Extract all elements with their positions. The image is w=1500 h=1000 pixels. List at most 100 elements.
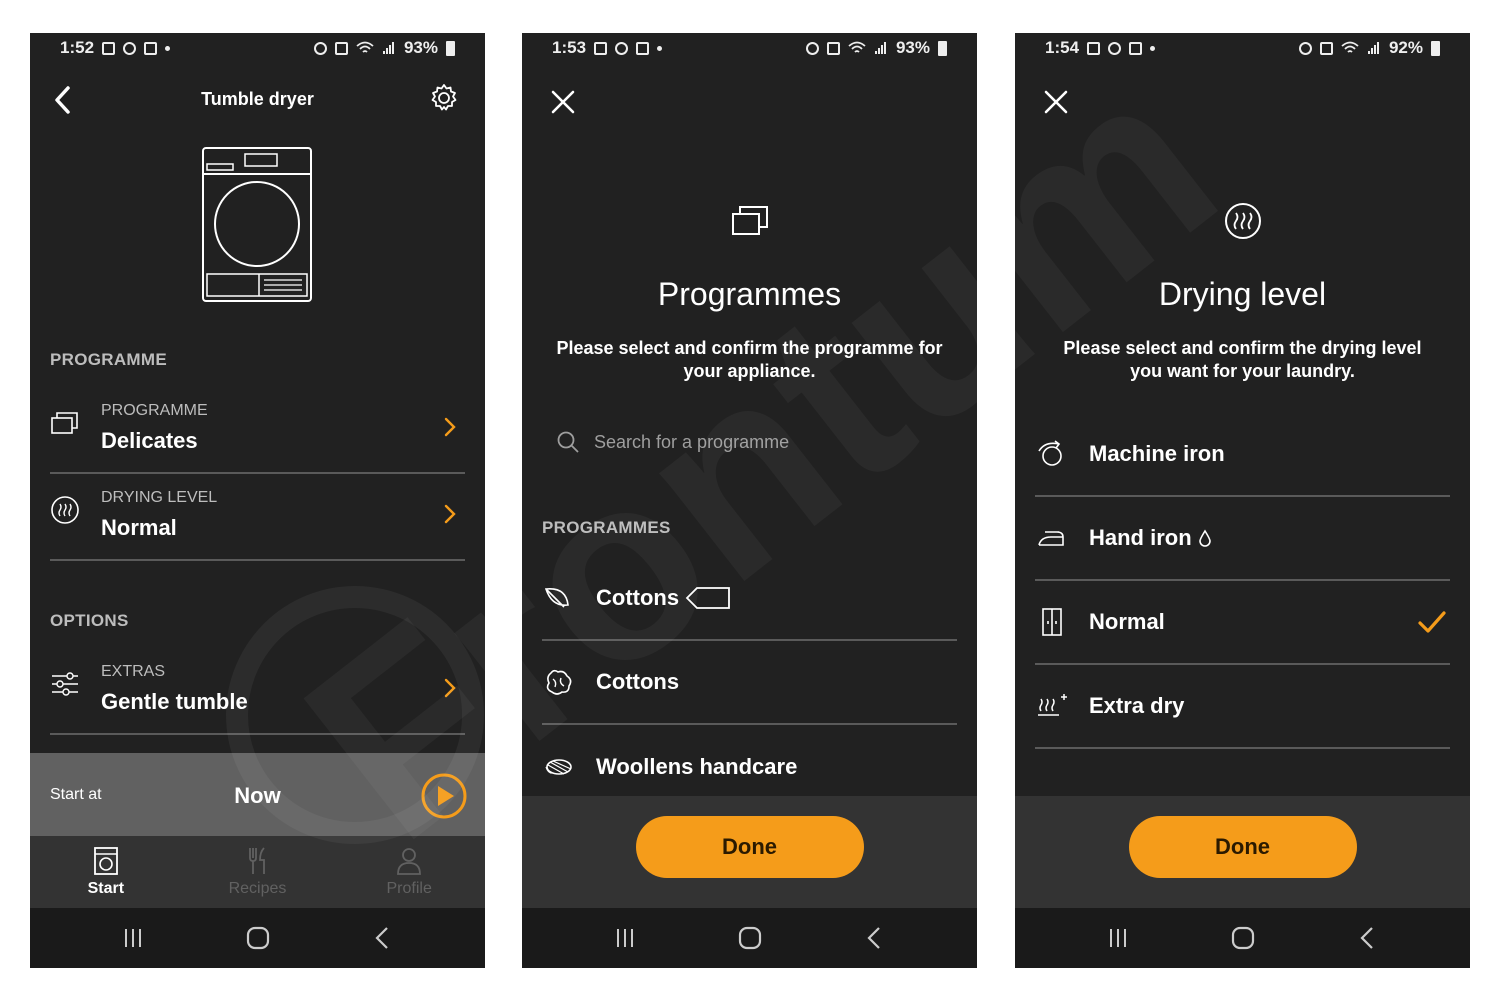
steam-icon <box>51 496 79 524</box>
wool-icon <box>545 759 572 775</box>
chevron-right-icon <box>444 678 456 698</box>
tab-profile-label: Profile <box>386 880 432 897</box>
recent-apps-icon[interactable] <box>1105 925 1131 951</box>
lock-icon <box>1319 41 1333 55</box>
tab-profile[interactable]: Profile <box>333 836 485 908</box>
footer: Done <box>522 796 977 908</box>
list-item-extra-dry[interactable]: Extra dry <box>1035 665 1450 749</box>
dryer-illustration-icon <box>202 147 312 302</box>
alarm-icon <box>805 41 819 55</box>
recent-apps-icon[interactable] <box>612 925 638 951</box>
home-icon[interactable] <box>1230 925 1256 951</box>
mail-icon <box>636 41 650 55</box>
start-time-value[interactable]: Now <box>30 783 485 809</box>
gear-icon[interactable] <box>429 83 459 113</box>
list-item-label: Woollens handcare <box>596 754 798 779</box>
battery-percent: 92% <box>1388 38 1423 57</box>
status-bar: 1:54 92% <box>1015 33 1470 63</box>
signal-icon <box>382 42 394 54</box>
signal-icon <box>874 42 886 54</box>
cotton-flower-icon <box>546 669 572 695</box>
washer-icon <box>93 847 118 875</box>
drying-level-value: Normal <box>101 515 177 540</box>
page-description: Please select and confirm the programme … <box>556 338 943 381</box>
lock-icon <box>334 41 348 55</box>
home-icon[interactable] <box>245 925 271 951</box>
list-item-label: Cottons <box>596 585 680 610</box>
list-item-hand-iron[interactable]: Hand iron <box>1035 497 1450 581</box>
list-item-normal[interactable]: Normal <box>1035 581 1450 665</box>
programme-value: Delicates <box>101 428 198 453</box>
drying-level-row[interactable]: DRYING LEVEL Normal <box>50 475 465 561</box>
nav-back-icon[interactable] <box>862 925 888 951</box>
page-description: Please select and confirm the drying lev… <box>1063 338 1422 381</box>
list-item-cottons-eco[interactable]: Cottons <box>542 557 957 641</box>
battery-icon <box>938 40 947 56</box>
extras-label: EXTRAS <box>101 663 166 680</box>
leaf-icon <box>544 588 569 608</box>
battery-percent: 93% <box>403 38 438 57</box>
drying-header-icon-wrap <box>1015 201 1470 241</box>
cutlery-icon <box>248 847 265 874</box>
section-programmes-heading: PROGRAMMES <box>542 518 671 537</box>
tab-start[interactable]: Start <box>30 836 182 908</box>
page-title: Drying level <box>1158 276 1327 312</box>
close-icon[interactable] <box>1043 89 1069 115</box>
section-options-heading: OPTIONS <box>50 611 129 630</box>
start-bar: Start at Now <box>30 753 485 836</box>
machine-iron-icon <box>1038 440 1062 466</box>
facebook-icon <box>1108 41 1122 55</box>
gallery-icon <box>594 41 608 55</box>
wifi-icon <box>1341 41 1359 53</box>
footer: Done <box>1015 796 1470 908</box>
play-icon[interactable] <box>421 773 467 819</box>
extras-value: Gentle tumble <box>101 689 248 714</box>
nav-back-icon[interactable] <box>370 925 396 951</box>
nav-back-icon[interactable] <box>1355 925 1381 951</box>
list-item-label: Machine iron <box>1089 441 1225 466</box>
list-item-label: Hand iron <box>1089 525 1192 550</box>
list-item-label: Cottons <box>596 669 680 694</box>
facebook-icon <box>615 41 629 55</box>
search-icon <box>557 431 579 453</box>
mail-icon <box>144 41 158 55</box>
section-programme-heading: PROGRAMME <box>50 350 167 369</box>
chevron-right-icon <box>444 504 456 524</box>
lock-icon <box>826 41 840 55</box>
programme-row[interactable]: PROGRAMME Delicates <box>50 388 465 474</box>
done-button[interactable]: Done <box>635 816 864 878</box>
list-item-machine-iron[interactable]: Machine iron <box>1035 413 1450 497</box>
search-field[interactable]: Search for a programme <box>556 425 943 459</box>
extra-dry-icon <box>1038 694 1067 716</box>
recent-apps-icon[interactable] <box>120 925 146 951</box>
notification-dot-icon <box>165 45 171 51</box>
status-bar: 1:53 93% <box>522 33 977 63</box>
tab-start-label: Start <box>87 880 125 897</box>
mail-icon <box>1129 41 1143 55</box>
status-bar: 1:52 93% <box>30 33 485 63</box>
programme-stack-icon <box>51 412 78 434</box>
android-nav-bar <box>30 908 485 968</box>
home-icon[interactable] <box>737 925 763 951</box>
drying-level-label: DRYING LEVEL <box>101 489 218 506</box>
list-item-label: Normal <box>1089 609 1165 634</box>
screen-programmes: 1:53 93% Programmes Please select and co… <box>522 33 977 968</box>
done-button[interactable]: Done <box>1128 816 1357 878</box>
list-item-cottons[interactable]: Cottons <box>542 641 957 725</box>
gallery-icon <box>1087 41 1101 55</box>
bottom-tab-bar: Start Recipes Profile <box>30 836 485 908</box>
screen-drying-level: 1:54 92% Drying level Please select and … <box>1015 33 1470 968</box>
android-nav-bar <box>1015 908 1470 968</box>
status-time: 1:53 <box>552 38 587 57</box>
sliders-icon <box>52 672 78 696</box>
battery-icon <box>446 40 455 56</box>
battery-icon <box>1431 40 1440 56</box>
extras-row[interactable]: EXTRAS Gentle tumble <box>50 649 465 735</box>
close-icon[interactable] <box>550 89 576 115</box>
alarm-icon <box>313 41 327 55</box>
signal-icon <box>1367 42 1379 54</box>
tab-recipes[interactable]: Recipes <box>182 836 334 908</box>
list-item-label: Extra dry <box>1089 693 1185 718</box>
chevron-right-icon <box>444 417 456 437</box>
wardrobe-icon <box>1042 608 1062 636</box>
